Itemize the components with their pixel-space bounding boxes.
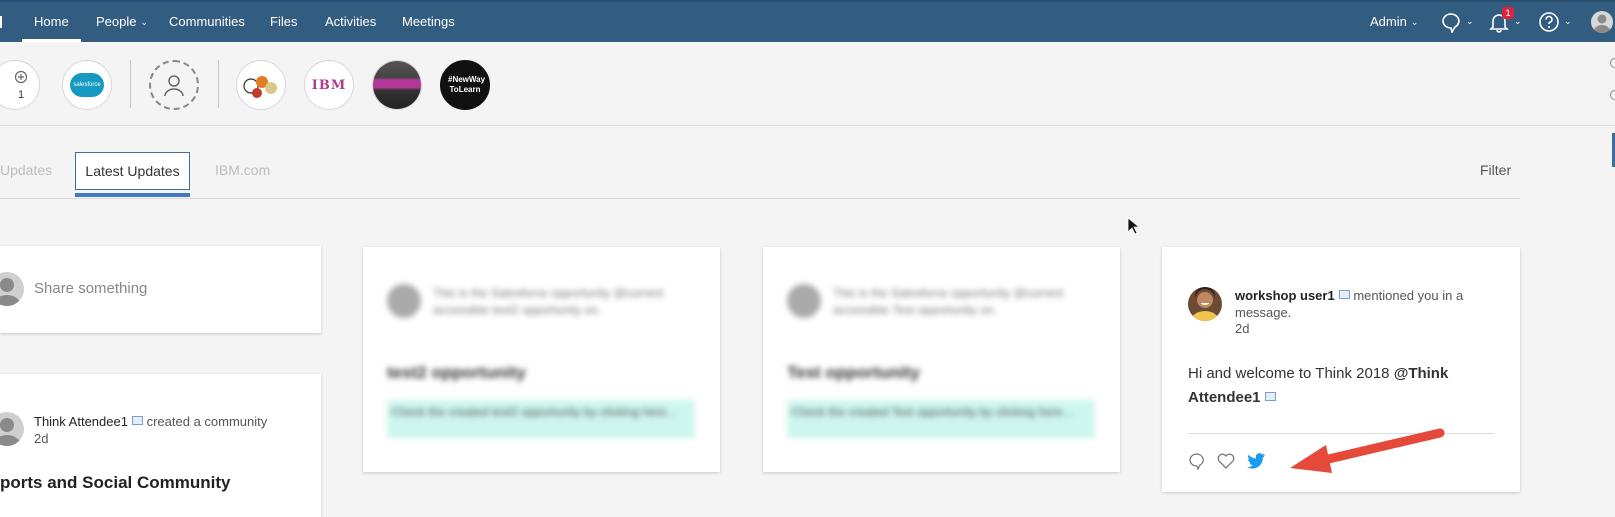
post-title[interactable]: ports and Social Community: [0, 473, 230, 493]
tab-latest-updates[interactable]: Latest Updates: [75, 152, 190, 190]
author-avatar[interactable]: [1188, 287, 1222, 321]
divider: [130, 60, 131, 108]
community-strip: 1 salesforce IBM #NewWay ToLearn: [0, 42, 1615, 126]
add-community-bubble[interactable]: 1: [0, 60, 40, 110]
chat-bubble-icon: [1442, 13, 1460, 33]
card-actions: [1188, 452, 1266, 470]
opportunity-title[interactable]: test2 opportunity: [387, 363, 526, 383]
nav-people[interactable]: People ⌄: [96, 2, 148, 42]
annotation-arrow-icon: [1290, 428, 1445, 473]
share-card[interactable]: Share something: [0, 246, 321, 333]
tab-updates[interactable]: Updates: [0, 152, 52, 198]
salesforce-logo-text: salesforce: [73, 82, 101, 88]
chevron-down-icon: ⌄: [1466, 15, 1474, 26]
post-time: 2d: [34, 431, 49, 446]
chevron-down-icon: ⌄: [1514, 15, 1522, 26]
business-card-icon[interactable]: [131, 416, 143, 425]
twitter-icon[interactable]: [1246, 452, 1266, 470]
filter-button[interactable]: Filter: [1480, 162, 1511, 178]
salesforce-logo-icon: salesforce: [70, 73, 104, 97]
avatar: [0, 412, 24, 446]
avatar: [0, 272, 24, 306]
newway-logo-text: #NewWay ToLearn: [448, 75, 486, 94]
community-ibm[interactable]: IBM: [304, 60, 354, 110]
community-photo-icon: [373, 61, 421, 109]
tabs-divider: [0, 198, 1520, 199]
sports-balls-icon: [243, 76, 277, 98]
nav-people-label: People: [96, 14, 137, 29]
community-sports[interactable]: [236, 60, 286, 110]
nav-meetings[interactable]: Meetings: [402, 2, 455, 42]
chevron-down-icon: ⌄: [1410, 17, 1419, 27]
opportunity-title[interactable]: Test opportunity: [787, 363, 920, 383]
opportunity-body: This is the Salesforce opportunity @curr…: [833, 286, 1064, 317]
avatar: [387, 284, 421, 318]
person-silhouette-icon: [0, 418, 21, 446]
nav-files[interactable]: Files: [270, 2, 297, 42]
nav-communities[interactable]: Communities: [169, 2, 245, 42]
user-avatar[interactable]: [1591, 11, 1613, 33]
admin-label: Admin: [1370, 14, 1407, 29]
community-post-card: Think Attendee1 created a community 2d p…: [0, 374, 321, 517]
business-card-icon[interactable]: [1338, 290, 1350, 299]
avatar: [787, 284, 821, 318]
business-card-icon[interactable]: [1264, 392, 1276, 401]
help-menu[interactable]: ⌄: [1538, 10, 1572, 34]
opportunity-link[interactable]: Check the created test2 opportunity by c…: [387, 400, 695, 438]
community-newway[interactable]: #NewWay ToLearn: [440, 60, 490, 110]
chat-menu[interactable]: ⌄: [1440, 10, 1474, 34]
active-tab-indicator: [75, 193, 190, 197]
person-silhouette-icon: [0, 278, 21, 306]
tab-ibm-com[interactable]: IBM.com: [215, 152, 270, 198]
top-navigation-bar: Home People ⌄ Communities Files Activitie…: [0, 0, 1615, 42]
nav-home[interactable]: Home: [22, 2, 81, 42]
opportunity-link[interactable]: Check the created Test opportunity by cl…: [787, 400, 1095, 438]
mouse-cursor-icon: [1127, 217, 1139, 235]
add-icon: [14, 70, 28, 83]
notifications-menu[interactable]: 1 ⌄: [1488, 7, 1522, 34]
opportunity-body: This is the Salesforce opportunity @curr…: [433, 286, 664, 317]
community-photo[interactable]: [372, 60, 422, 110]
chevron-down-icon: ⌄: [1564, 15, 1572, 26]
mention-message: Hi and welcome to Think 2018: [1188, 365, 1390, 382]
notification-badge: 1: [1502, 7, 1514, 19]
like-heart-icon[interactable]: [1216, 452, 1236, 470]
chevron-down-icon: ⌄: [140, 17, 149, 27]
mention-time: 2d: [1235, 321, 1250, 336]
person-photo-icon: [1191, 287, 1219, 321]
opportunity-card: This is the Salesforce opportunity @curr…: [763, 247, 1120, 472]
ibm-logo-text: IBM: [311, 77, 347, 93]
community-count: 1: [17, 88, 25, 101]
admin-menu[interactable]: Admin ⌄: [1370, 2, 1418, 42]
community-salesforce[interactable]: salesforce: [62, 60, 112, 110]
opportunity-card: This is the Salesforce opportunity @curr…: [363, 247, 720, 472]
divider: [218, 60, 219, 108]
mention-author[interactable]: workshop user1: [1235, 288, 1335, 303]
help-icon: [1539, 12, 1559, 32]
create-community-bubble[interactable]: [149, 60, 199, 110]
post-action: created a community: [146, 414, 268, 429]
comment-icon[interactable]: [1188, 452, 1206, 470]
side-panel-icon[interactable]: [1610, 90, 1615, 100]
nav-edge: [0, 2, 4, 42]
person-silhouette-icon: [1593, 14, 1611, 33]
nav-activities[interactable]: Activities: [325, 2, 376, 42]
share-input[interactable]: Share something: [34, 280, 147, 297]
post-author[interactable]: Think Attendee1: [34, 414, 128, 429]
person-outline-icon: [164, 75, 184, 97]
side-panel-icon[interactable]: [1610, 58, 1615, 68]
